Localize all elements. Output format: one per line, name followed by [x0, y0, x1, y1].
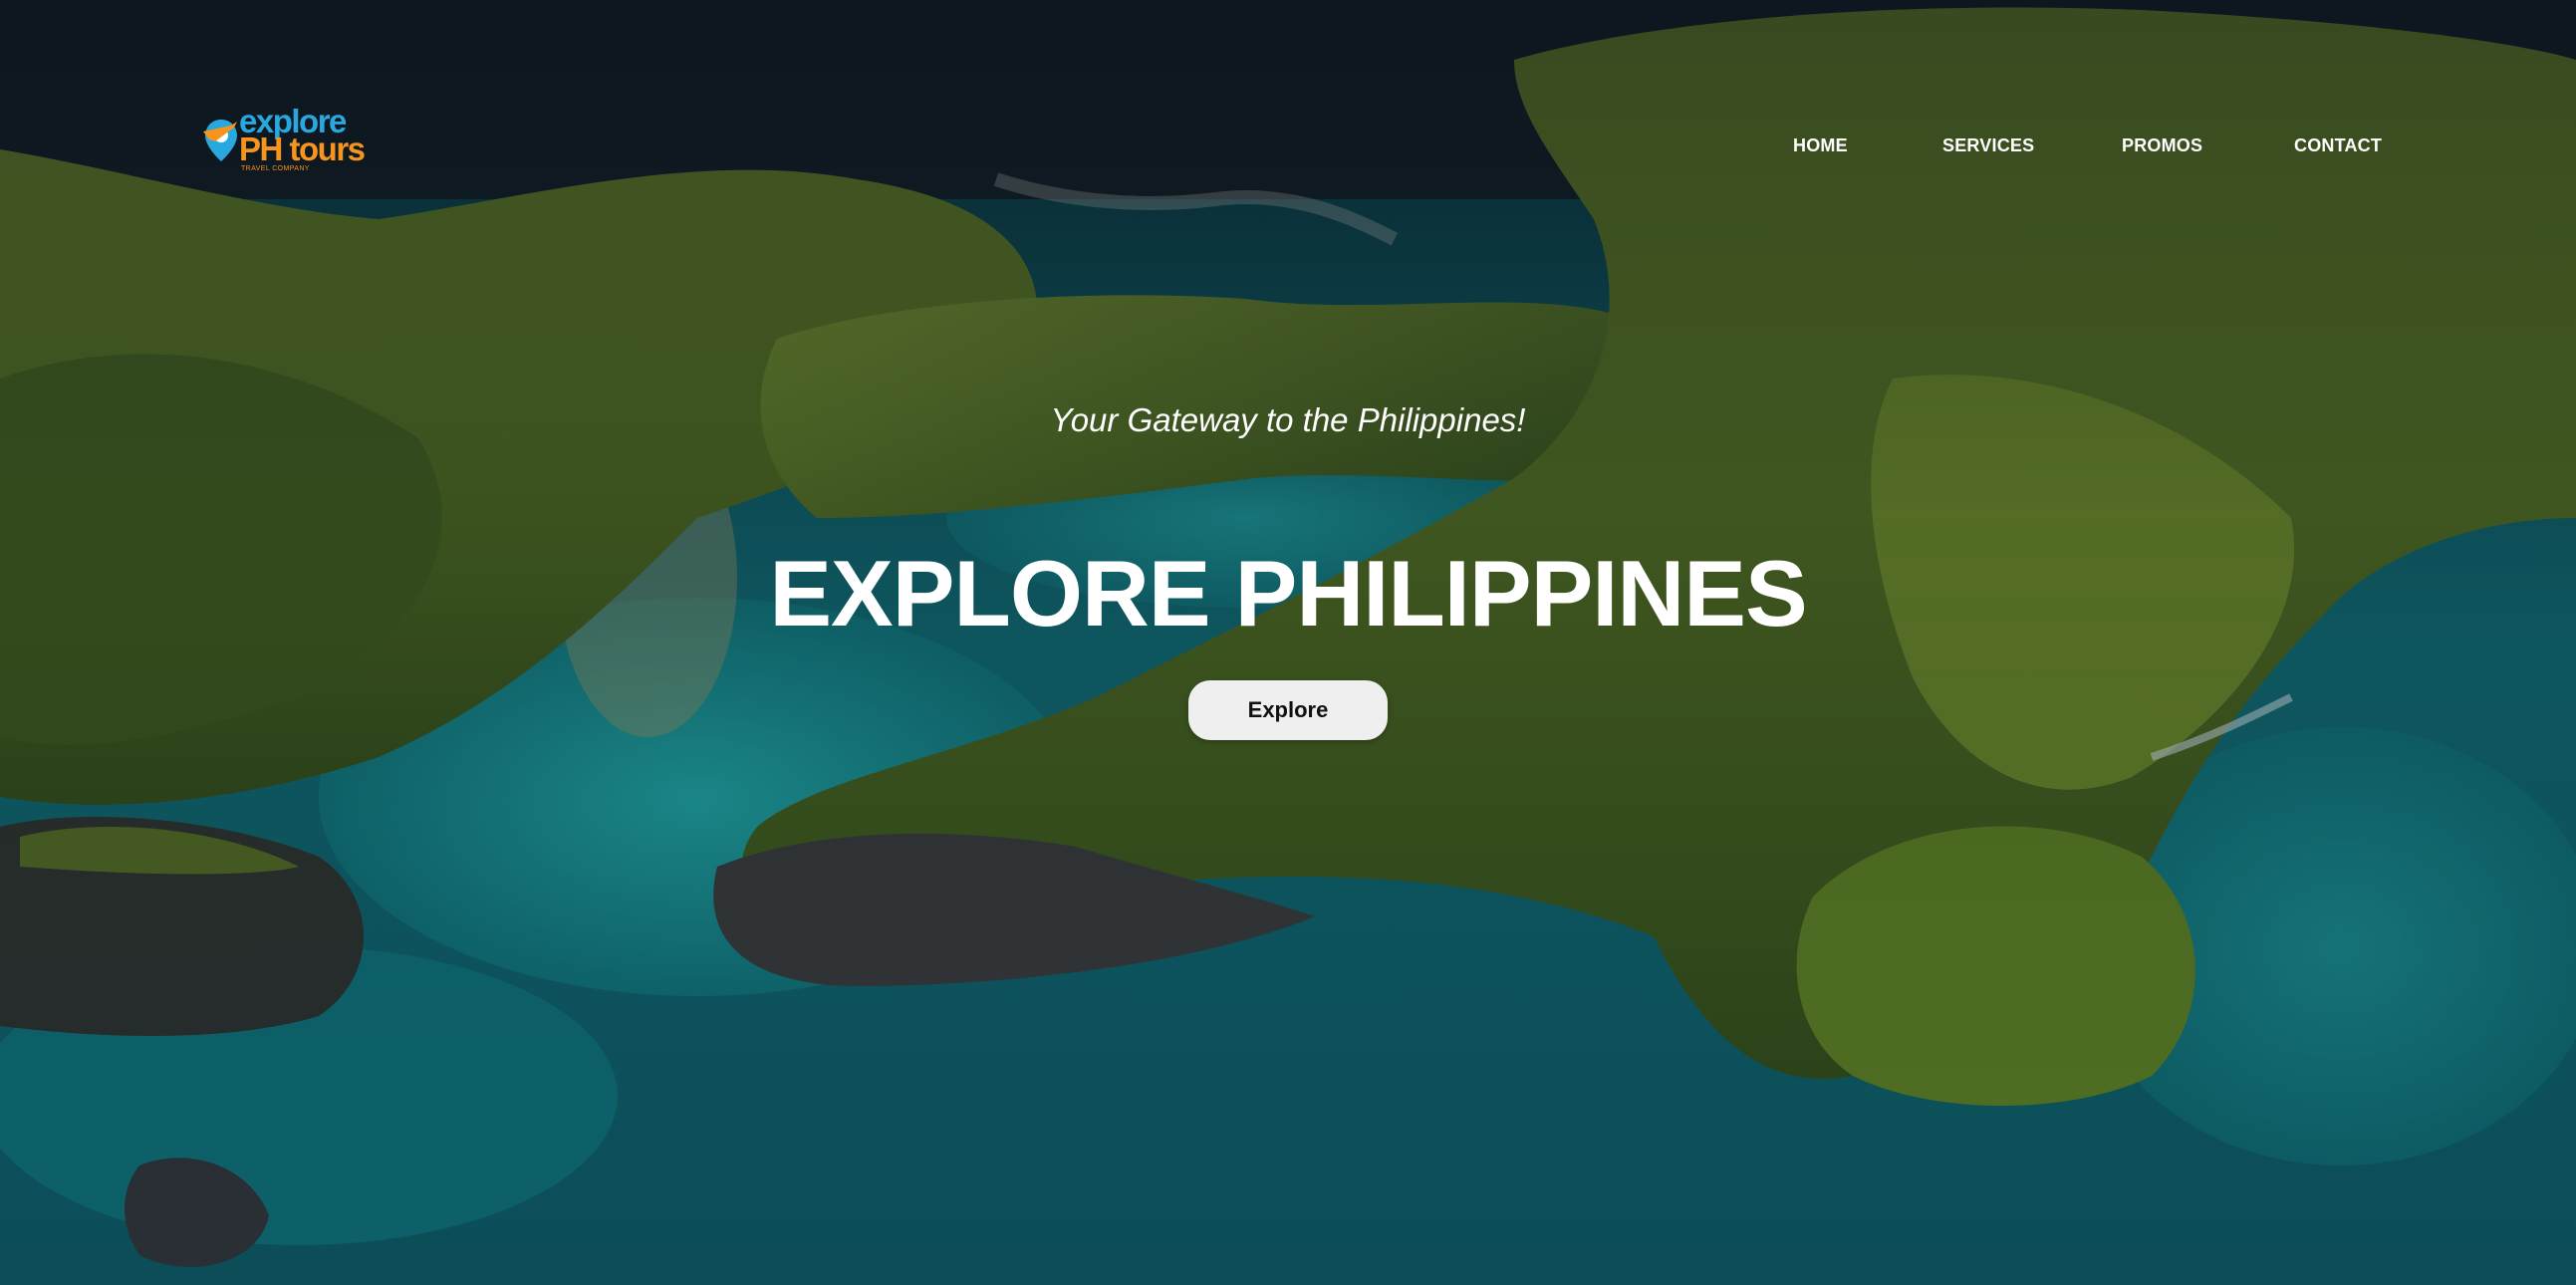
logo-text-ph-tours: PH tours — [239, 130, 366, 167]
hero-section: explore PH tours TRAVEL COMPANY HOME SER… — [0, 0, 2576, 1285]
logo-tagline: TRAVEL COMPANY — [241, 165, 310, 172]
site-logo[interactable]: explore PH tours TRAVEL COMPANY — [201, 104, 381, 177]
hero-title: EXPLORE PHILIPPINES — [769, 541, 1807, 645]
location-pin-plane-icon — [203, 120, 237, 161]
hero-subtitle: Your Gateway to the Philippines! — [1050, 401, 1526, 438]
nav-link-services[interactable]: SERVICES — [1942, 131, 2034, 159]
nav-link-home[interactable]: HOME — [1793, 131, 1848, 159]
nav-link-promos[interactable]: PROMOS — [2122, 131, 2202, 159]
nav-link-contact[interactable]: CONTACT — [2294, 131, 2382, 159]
explore-button[interactable]: Explore — [1188, 680, 1388, 740]
